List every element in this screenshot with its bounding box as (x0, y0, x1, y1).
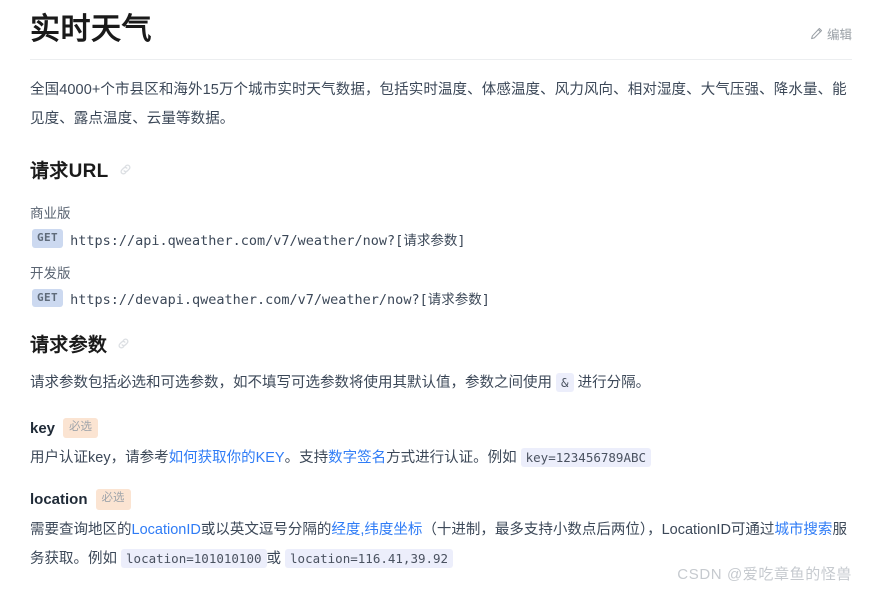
link-digital-signature[interactable]: 数字签名 (328, 450, 386, 466)
loc-desc-text-5: 或 (266, 550, 282, 567)
param-name-location: location (30, 491, 88, 509)
page-description: 全国4000+个市县区和海外15万个城市实时天气数据，包括实时温度、体感温度、风… (30, 82, 847, 127)
url-text-commercial: https://api.qweather.com/v7/weather/now?… (70, 232, 466, 249)
edit-label: 编辑 (826, 28, 852, 42)
params-intro-text-2: 进行分隔。 (577, 375, 651, 392)
params-intro-text-1: 请求参数包括必选和可选参数，如不填写可选参数将使用其默认值，参数之间使用 (30, 375, 552, 392)
method-badge-get: GET (32, 229, 64, 248)
code-ampersand: & (556, 373, 574, 393)
loc-desc-text-1: 需要查询地区的 (30, 521, 132, 538)
code-location-coords-example: location=116.41,39.92 (285, 548, 454, 568)
param-header-location: location 必选 (30, 489, 852, 510)
section-heading-request-params: 请求参数 (30, 330, 852, 357)
loc-desc-text-2: 或以英文逗号分隔的 (200, 521, 332, 538)
code-location-id-example: location=101010100 (121, 548, 267, 568)
code-key-example: key=123456789ABC (520, 448, 652, 468)
key-desc-text-2: 。支持 (284, 450, 329, 467)
document-page: 实时天气 编辑 全国4000+个市县区和海外15万个城市实时天气数据，包括实时温… (0, 0, 882, 594)
title-row: 实时天气 编辑 (30, 10, 852, 59)
version-label-commercial: 商业版 (30, 206, 71, 221)
version-label-dev: 开发版 (30, 265, 71, 281)
title-divider (30, 59, 852, 60)
link-lat-lon-coords[interactable]: 经度,纬度坐标 (331, 522, 422, 538)
link-icon[interactable] (118, 162, 133, 177)
param-required-badge: 必选 (95, 489, 131, 510)
param-required-badge: 必选 (63, 418, 99, 439)
link-location-id[interactable]: LocationID (132, 522, 201, 538)
param-name-key: key (30, 419, 56, 437)
key-desc-text-3: 方式进行认证。例如 (386, 450, 517, 467)
edit-button[interactable]: 编辑 (810, 24, 852, 43)
url-entry-commercial: 商业版 GET https://api.qweather.com/v7/weat… (30, 203, 852, 308)
csdn-watermark: CSDN @爱吃章鱼的怪兽 (677, 566, 852, 583)
url-line-dev[interactable]: GET https://devapi.qweather.com/v7/weath… (32, 288, 852, 308)
link-how-to-get-key[interactable]: 如何获取你的KEY (169, 450, 285, 466)
param-header-key: key 必选 (30, 418, 852, 439)
param-description-key: 用户认证key，请参考如何获取你的KEY。支持数字签名方式进行认证。例如 key… (30, 444, 852, 473)
link-icon[interactable] (116, 336, 131, 351)
section-title-request-url: 请求URL (30, 161, 109, 182)
url-text-dev: https://devapi.qweather.com/v7/weather/n… (70, 292, 490, 309)
url-line-commercial[interactable]: GET https://api.qweather.com/v7/weather/… (32, 229, 852, 249)
key-desc-text-1: 用户认证key，请参考 (30, 450, 169, 467)
loc-desc-text-3: （十进制，最多支持小数点后两位），LocationID可通过 (422, 521, 775, 538)
pencil-icon (810, 27, 823, 40)
method-badge-get: GET (32, 288, 64, 308)
page-title: 实时天气 (30, 13, 152, 46)
params-intro: 请求参数包括必选和可选参数，如不填写可选参数将使用其默认值，参数之间使用 & 进… (30, 369, 852, 398)
section-heading-request-url: 请求URL (30, 156, 852, 183)
section-title-request-params: 请求参数 (30, 335, 108, 357)
link-city-search[interactable]: 城市搜索 (774, 522, 832, 538)
